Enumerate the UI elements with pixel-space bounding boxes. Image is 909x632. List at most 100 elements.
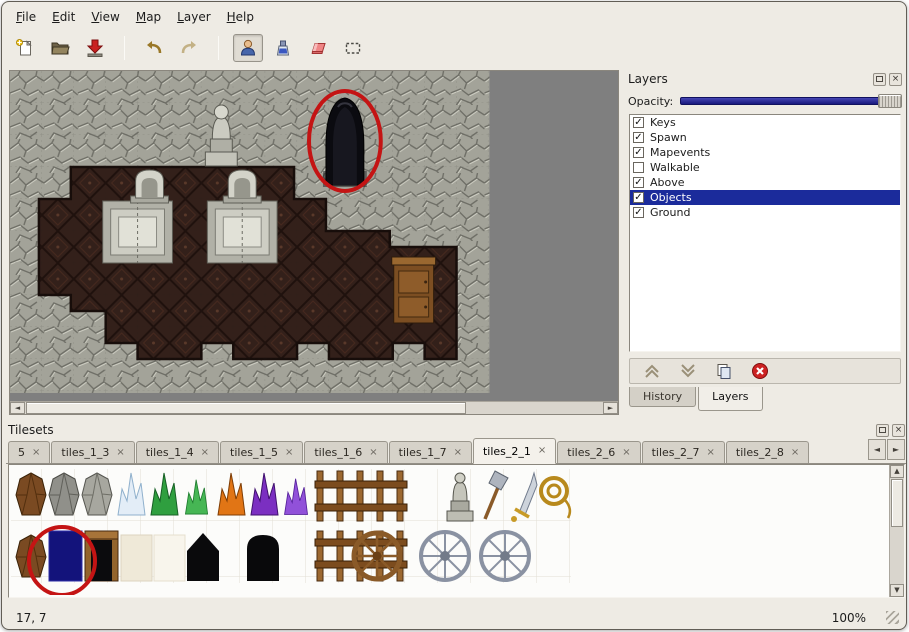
- selected-tile[interactable]: [49, 531, 82, 581]
- opacity-slider[interactable]: [680, 94, 902, 108]
- menu-layer[interactable]: Layer: [169, 7, 218, 27]
- scroll-down-button[interactable]: ▼: [890, 584, 904, 597]
- cabinet-sprite: [392, 257, 436, 323]
- opacity-label: Opacity:: [628, 95, 673, 108]
- tab-close-icon[interactable]: ×: [201, 448, 209, 458]
- map-horizontal-scrollbar[interactable]: ◄ ►: [10, 401, 618, 414]
- scroll-right-button[interactable]: ►: [603, 402, 618, 414]
- move-layer-up-button[interactable]: [640, 361, 664, 381]
- float-panel-button[interactable]: [873, 73, 886, 86]
- layers-panel-title: Layers: [628, 72, 870, 86]
- redo-icon: [179, 38, 199, 58]
- tab-close-icon[interactable]: ×: [369, 448, 377, 458]
- menu-file[interactable]: File: [8, 7, 44, 27]
- layer-label: Objects: [650, 191, 692, 204]
- layer-checkbox[interactable]: ✓: [633, 147, 644, 158]
- layer-checkbox[interactable]: ✓: [633, 117, 644, 128]
- close-panel-button[interactable]: ×: [889, 73, 902, 86]
- layer-checkbox[interactable]: ✓: [633, 192, 644, 203]
- selection-tool-button[interactable]: [338, 34, 368, 62]
- scroll-left-button[interactable]: ◄: [10, 402, 25, 414]
- layer-label: Mapevents: [650, 146, 710, 159]
- toolbar-separator: [218, 36, 219, 60]
- layer-checkbox[interactable]: [633, 162, 644, 173]
- open-map-button[interactable]: [45, 34, 75, 62]
- layers-panel: Layers × Opacity: ✓ Keys ✓ Spawn ✓ Mapev…: [626, 70, 904, 415]
- tilesets-panel: Tilesets × 5 × tiles_1_3 × tiles_1_4 × t…: [6, 421, 907, 600]
- tab-close-icon[interactable]: ×: [116, 448, 124, 458]
- tab-scrollers: ◄ ►: [868, 439, 905, 460]
- new-file-icon: [15, 38, 35, 58]
- horizontal-scrollbar-thumb[interactable]: [26, 402, 466, 414]
- tileset-tab[interactable]: tiles_1_3 ×: [51, 441, 134, 463]
- layer-row-ground[interactable]: ✓ Ground: [630, 205, 900, 220]
- menu-edit[interactable]: Edit: [44, 7, 83, 27]
- fill-tool-button[interactable]: [268, 34, 298, 62]
- map-canvas[interactable]: [10, 71, 618, 401]
- undo-button[interactable]: [139, 34, 169, 62]
- tileset-tab[interactable]: tiles_1_6 ×: [304, 441, 387, 463]
- menu-map[interactable]: Map: [128, 7, 169, 27]
- tab-close-icon[interactable]: ×: [285, 448, 293, 458]
- tileset-tab[interactable]: 5 ×: [8, 441, 50, 463]
- tab-close-icon[interactable]: ×: [622, 448, 630, 458]
- scroll-up-button[interactable]: ▲: [890, 465, 904, 478]
- tab-close-icon[interactable]: ×: [791, 448, 799, 458]
- opacity-slider-track[interactable]: [680, 97, 902, 105]
- new-map-button[interactable]: [10, 34, 40, 62]
- layer-row-mapevents[interactable]: ✓ Mapevents: [630, 145, 900, 160]
- menu-view[interactable]: View: [83, 7, 127, 27]
- layer-row-keys[interactable]: ✓ Keys: [630, 115, 900, 130]
- vertical-scrollbar-thumb[interactable]: [891, 479, 903, 527]
- tileset-tab[interactable]: tiles_1_4 ×: [136, 441, 219, 463]
- opacity-row: Opacity:: [628, 91, 902, 111]
- tileset-tab[interactable]: tiles_2_7 ×: [642, 441, 725, 463]
- tabs-scroll-right-button[interactable]: ►: [887, 439, 905, 460]
- layers-panel-tabs: History Layers: [629, 387, 763, 413]
- place-object-tool-button[interactable]: [233, 34, 263, 62]
- tab-close-icon[interactable]: ×: [32, 448, 40, 458]
- duplicate-layer-button[interactable]: [712, 361, 736, 381]
- open-folder-icon: [50, 38, 70, 58]
- tileset-canvas[interactable]: [9, 465, 873, 595]
- tileset-tab[interactable]: tiles_2_8 ×: [726, 441, 809, 463]
- resize-grip[interactable]: [886, 611, 899, 624]
- layer-label: Keys: [650, 116, 676, 129]
- tileset-tab[interactable]: tiles_2_6 ×: [557, 441, 640, 463]
- layer-checkbox[interactable]: ✓: [633, 132, 644, 143]
- tab-close-icon[interactable]: ×: [454, 448, 462, 458]
- layer-checkbox[interactable]: ✓: [633, 177, 644, 188]
- close-panel-button[interactable]: ×: [892, 424, 905, 437]
- menubar: File Edit View Map Layer Help: [8, 6, 900, 28]
- menu-help[interactable]: Help: [219, 7, 262, 27]
- layer-row-above[interactable]: ✓ Above: [630, 175, 900, 190]
- layer-row-objects[interactable]: ✓ Objects: [630, 190, 900, 205]
- tab-layers[interactable]: Layers: [698, 387, 762, 411]
- save-map-button[interactable]: [80, 34, 110, 62]
- layer-row-spawn[interactable]: ✓ Spawn: [630, 130, 900, 145]
- layer-row-walkable[interactable]: Walkable: [630, 160, 900, 175]
- eraser-tool-button[interactable]: [303, 34, 333, 62]
- tab-close-icon[interactable]: ×: [538, 446, 546, 456]
- layers-panel-header: Layers ×: [626, 70, 904, 88]
- float-panel-button[interactable]: [876, 424, 889, 437]
- tileset-vertical-scrollbar[interactable]: ▲ ▼: [889, 465, 904, 597]
- opacity-slider-handle[interactable]: [878, 94, 902, 108]
- layer-actions-toolbar: [629, 358, 901, 384]
- tabs-scroll-left-button[interactable]: ◄: [868, 439, 886, 460]
- redo-button[interactable]: [174, 34, 204, 62]
- app-window: File Edit View Map Layer Help: [1, 1, 907, 630]
- eraser-icon: [308, 38, 328, 58]
- layer-label: Ground: [650, 206, 690, 219]
- delete-layer-button[interactable]: [748, 361, 772, 381]
- tileset-tab[interactable]: tiles_1_7 ×: [389, 441, 472, 463]
- tab-history[interactable]: History: [629, 387, 696, 407]
- tileset-tab-active[interactable]: tiles_2_1 ×: [473, 438, 556, 464]
- tilesets-panel-title: Tilesets: [8, 423, 873, 437]
- statusbar: 17, 7 100%: [2, 604, 906, 630]
- tileset-tab[interactable]: tiles_1_5 ×: [220, 441, 303, 463]
- layer-checkbox[interactable]: ✓: [633, 207, 644, 218]
- move-layer-down-button[interactable]: [676, 361, 700, 381]
- tab-close-icon[interactable]: ×: [707, 448, 715, 458]
- chevron-up-icon: [642, 363, 662, 379]
